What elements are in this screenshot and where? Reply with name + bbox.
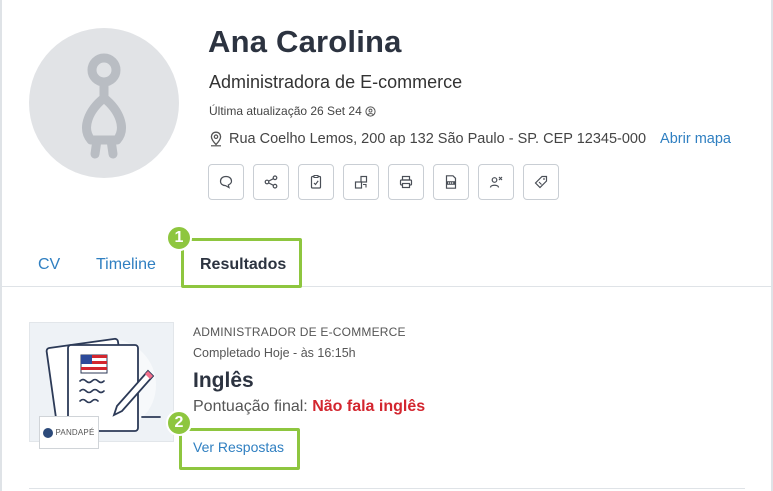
share-icon bbox=[264, 175, 278, 189]
result-title: Inglês bbox=[193, 369, 254, 392]
avatar bbox=[29, 28, 179, 178]
download-doc-button[interactable] bbox=[433, 164, 469, 200]
remove-user-icon bbox=[489, 176, 503, 188]
chat-button[interactable] bbox=[208, 164, 244, 200]
step-marker-1: 1 bbox=[166, 225, 192, 251]
view-answers-link[interactable]: Ver Respostas bbox=[193, 439, 284, 455]
score-value: Não fala inglês bbox=[312, 398, 426, 415]
address-row: Rua Coelho Lemos, 200 ap 132 São Paulo -… bbox=[209, 131, 731, 147]
transfer-button[interactable] bbox=[343, 164, 379, 200]
evaluate-button[interactable] bbox=[298, 164, 334, 200]
result-score: Pontuação final: Não fala inglês bbox=[193, 398, 425, 416]
tab-timeline[interactable]: Timeline bbox=[96, 256, 156, 274]
clipboard-check-icon bbox=[310, 175, 322, 189]
address-text: Rua Coelho Lemos, 200 ap 132 São Paulo -… bbox=[229, 131, 647, 147]
print-icon bbox=[399, 175, 413, 189]
last-updated-text: Última atualização 26 Set 24 bbox=[209, 104, 362, 118]
map-pin-icon bbox=[210, 131, 222, 147]
tab-results[interactable]: Resultados bbox=[200, 256, 286, 274]
last-updated: Última atualização 26 Set 24 bbox=[209, 104, 376, 118]
doc-icon bbox=[445, 175, 457, 189]
print-button[interactable] bbox=[388, 164, 424, 200]
brand-badge: PANDAPÉ bbox=[39, 416, 99, 449]
step-marker-2: 2 bbox=[166, 410, 192, 436]
usa-flag-icon bbox=[80, 354, 108, 374]
eye-icon bbox=[365, 105, 376, 117]
profile-name: Ana Carolina bbox=[208, 24, 402, 59]
divider bbox=[29, 488, 745, 489]
tab-cv[interactable]: CV bbox=[38, 256, 60, 274]
pandape-logo-icon bbox=[43, 427, 54, 438]
result-completed: Completado Hoje - às 16:15h bbox=[193, 346, 356, 360]
open-map-link[interactable]: Abrir mapa bbox=[660, 131, 731, 147]
chat-icon bbox=[219, 175, 233, 189]
brand-name: PANDAPÉ bbox=[55, 428, 95, 437]
tag-button[interactable] bbox=[523, 164, 559, 200]
profile-role: Administradora de E-commerce bbox=[209, 72, 463, 92]
score-label: Pontuação final: bbox=[193, 398, 308, 415]
discard-candidate-button[interactable] bbox=[478, 164, 514, 200]
result-category: ADMINISTRADOR DE E-COMMERCE bbox=[193, 325, 406, 339]
tag-icon bbox=[534, 175, 548, 189]
action-toolbar bbox=[208, 164, 559, 200]
profile-tabs: CV Timeline Resultados bbox=[0, 240, 773, 287]
share-button[interactable] bbox=[253, 164, 289, 200]
transfer-icon bbox=[354, 175, 368, 189]
